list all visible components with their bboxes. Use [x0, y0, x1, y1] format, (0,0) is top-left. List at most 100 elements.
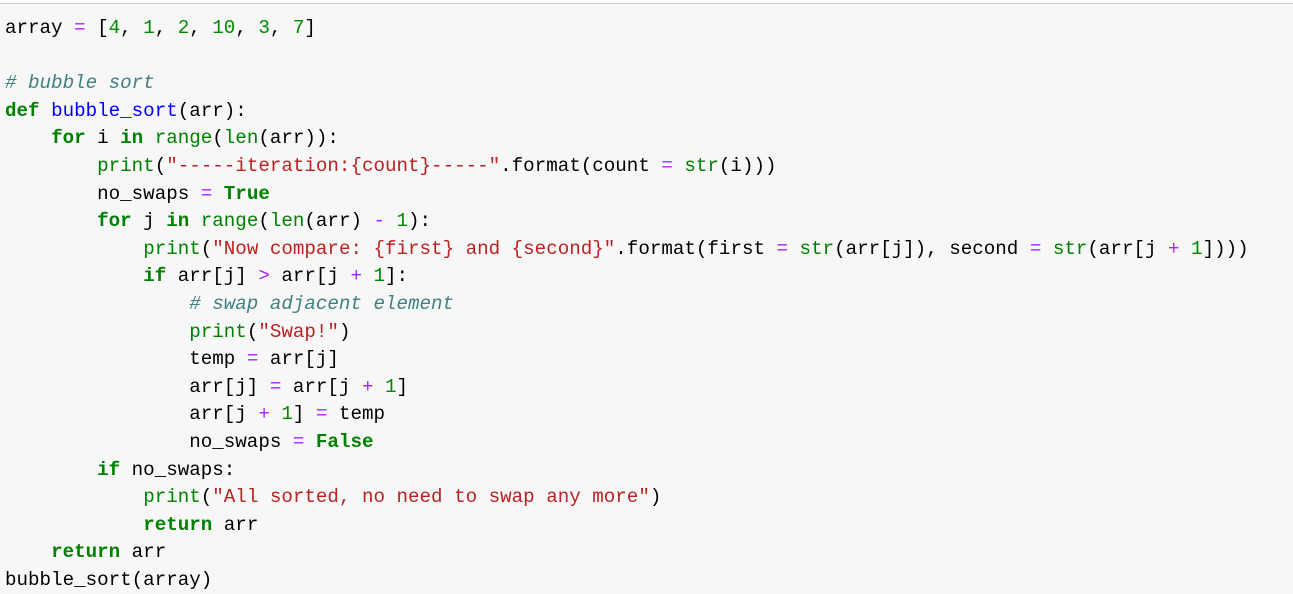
- comment: # bubble sort: [5, 72, 155, 95]
- code-text: ]:: [385, 265, 409, 288]
- code-text: .format(count: [500, 154, 662, 177]
- operator: +: [1168, 237, 1180, 260]
- code-text: (: [258, 210, 270, 233]
- code-text: j: [131, 210, 167, 233]
- code-text: (arr)):: [258, 127, 339, 150]
- operator: +: [361, 375, 374, 398]
- operator: =: [74, 17, 86, 39]
- operator: =: [292, 430, 305, 453]
- code-line: temp = arr[j]: [5, 346, 1249, 374]
- code-text: (i))): [718, 154, 777, 177]
- code-text: temp: [327, 403, 385, 426]
- code-editor[interactable]: array = [4, 1, 2, 10, 3, 7] # bubble sor…: [5, 15, 1249, 594]
- string-literal: "-----iteration:{count}-----": [166, 154, 501, 177]
- code-line: array = [4, 1, 2, 10, 3, 7]: [5, 15, 1249, 43]
- keyword: return: [143, 513, 213, 536]
- code-text: (arr): [304, 210, 374, 233]
- operator: =: [661, 154, 673, 177]
- operator: -: [373, 210, 386, 233]
- code-text: ,: [189, 17, 213, 39]
- comment: # swap adjacent element: [189, 292, 455, 315]
- code-text: arr[j]: [258, 348, 339, 371]
- keyword: for: [97, 210, 132, 233]
- string-literal: "Swap!": [258, 320, 339, 343]
- code-line: # swap adjacent element: [5, 291, 1249, 319]
- code-text: arr[j: [269, 265, 351, 288]
- code-line: print("Now compare: {first} and {second}…: [5, 236, 1249, 264]
- builtin: print: [189, 320, 247, 343]
- code-line: print("Swap!"): [5, 319, 1249, 347]
- code-text: arr: [212, 513, 259, 536]
- code-text: ]))): [1202, 237, 1249, 260]
- code-line: no_swaps = False: [5, 429, 1249, 457]
- code-line: print("All sorted, no need to swap any m…: [5, 484, 1249, 512]
- number-literal: 1: [373, 265, 386, 288]
- code-text: temp: [189, 348, 247, 371]
- keyword: def: [5, 99, 40, 122]
- builtin: print: [143, 237, 201, 260]
- code-cell[interactable]: array = [4, 1, 2, 10, 3, 7] # bubble sor…: [0, 3, 1293, 594]
- builtin: str: [1052, 237, 1088, 260]
- keyword: True: [223, 182, 270, 205]
- code-line: arr[j] = arr[j + 1]: [5, 374, 1249, 402]
- code-line: no_swaps = True: [5, 181, 1249, 209]
- code-text: ]: [396, 375, 409, 398]
- code-line: def bubble_sort(arr):: [5, 98, 1249, 126]
- keyword: False: [315, 430, 374, 453]
- keyword: if: [143, 265, 167, 288]
- code-text: no_swaps:: [120, 458, 236, 481]
- number-literal: 10: [212, 17, 236, 39]
- code-text: (: [200, 237, 213, 260]
- operator: +: [258, 403, 270, 426]
- code-text: no_swaps: [189, 430, 293, 453]
- keyword: return: [51, 541, 121, 564]
- code-line: # bubble sort: [5, 70, 1249, 98]
- operator: =: [246, 348, 259, 371]
- builtin: len: [269, 210, 305, 233]
- operator: =: [269, 375, 282, 398]
- builtin: str: [684, 154, 719, 177]
- code-text: (: [212, 127, 224, 150]
- keyword: in: [166, 210, 190, 233]
- code-line: print("-----iteration:{count}-----".form…: [5, 153, 1249, 181]
- number-literal: 1: [385, 375, 397, 398]
- operator: =: [315, 403, 328, 426]
- code-text: arr[j: [281, 375, 362, 398]
- code-text: ):: [408, 210, 432, 233]
- number-literal: 1: [1191, 237, 1203, 260]
- code-text: arr: [120, 541, 167, 564]
- code-text: ]: [304, 17, 316, 39]
- code-text: array: [5, 17, 75, 39]
- code-text: arr[j]: [166, 265, 259, 288]
- number-literal: 4: [108, 17, 121, 39]
- code-text: ]: [292, 403, 316, 426]
- operator: >: [258, 265, 270, 288]
- keyword: in: [120, 127, 144, 150]
- keyword: for: [51, 127, 86, 150]
- code-line: bubble_sort(array): [5, 567, 1249, 594]
- code-text: (: [200, 486, 213, 509]
- number-literal: 1: [396, 210, 409, 233]
- operator: =: [200, 182, 213, 205]
- code-text: .format(first: [615, 237, 777, 260]
- keyword: if: [97, 458, 121, 481]
- code-line: arr[j + 1] = temp: [5, 401, 1249, 429]
- code-text: arr[j: [189, 403, 259, 426]
